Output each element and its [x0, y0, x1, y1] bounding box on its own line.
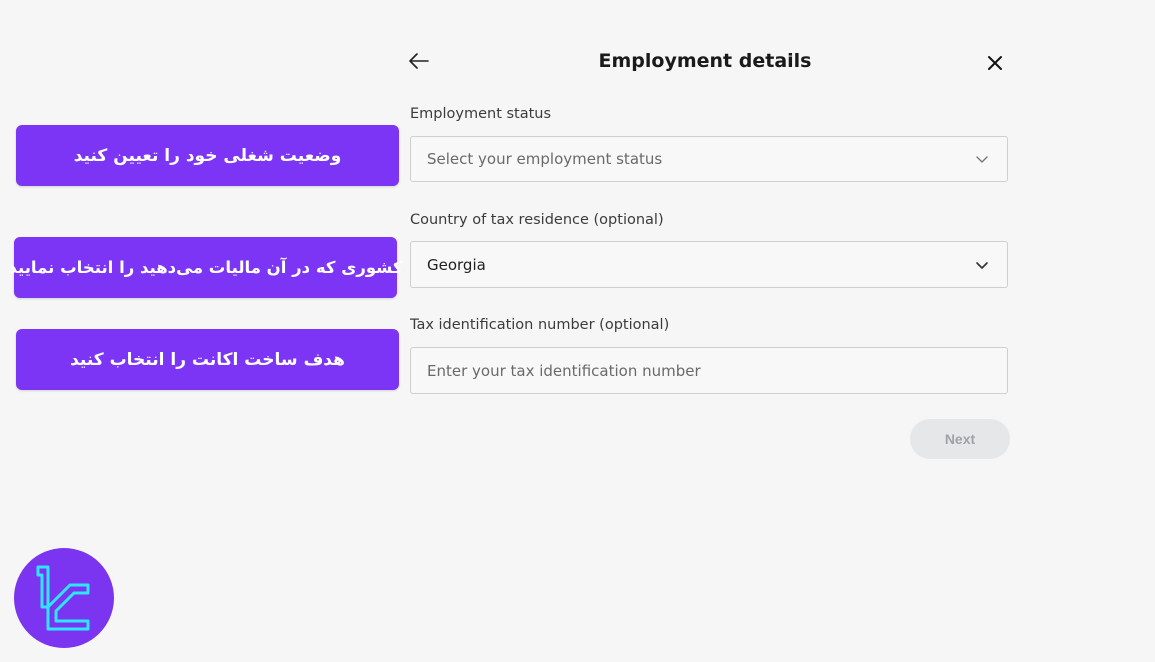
- chevron-down-icon: [975, 257, 991, 273]
- brand-logo-icon: [14, 548, 114, 648]
- page-title: Employment details: [598, 50, 812, 72]
- annotation-account-purpose: هدف ساخت اکانت را انتخاب کنید: [16, 329, 399, 390]
- tax-id-placeholder: Enter your tax identification number: [427, 361, 701, 380]
- employment-status-select[interactable]: Select your employment status: [410, 136, 1008, 182]
- tax-country-label: Country of tax residence (optional): [410, 212, 664, 228]
- employment-status-placeholder: Select your employment status: [427, 150, 663, 168]
- next-button[interactable]: Next: [910, 419, 1010, 459]
- annotation-employment-status: وضعیت شغلی خود را تعیین کنید: [16, 125, 399, 186]
- tax-id-input[interactable]: Enter your tax identification number: [410, 347, 1008, 394]
- annotation-tax-country: کشوری که در آن مالیات می‌دهید را انتخاب …: [8, 237, 403, 298]
- back-button[interactable]: [406, 48, 432, 74]
- arrow-left-icon: [409, 53, 429, 69]
- brand-logo-mark: [36, 565, 90, 631]
- close-button[interactable]: [983, 51, 1007, 75]
- tax-country-select[interactable]: Georgia: [410, 241, 1008, 288]
- close-icon: [988, 56, 1002, 70]
- tax-id-label: Tax identification number (optional): [410, 317, 670, 333]
- employment-status-label: Employment status: [410, 106, 552, 122]
- chevron-down-icon: [975, 151, 991, 167]
- tax-country-value: Georgia: [427, 255, 486, 274]
